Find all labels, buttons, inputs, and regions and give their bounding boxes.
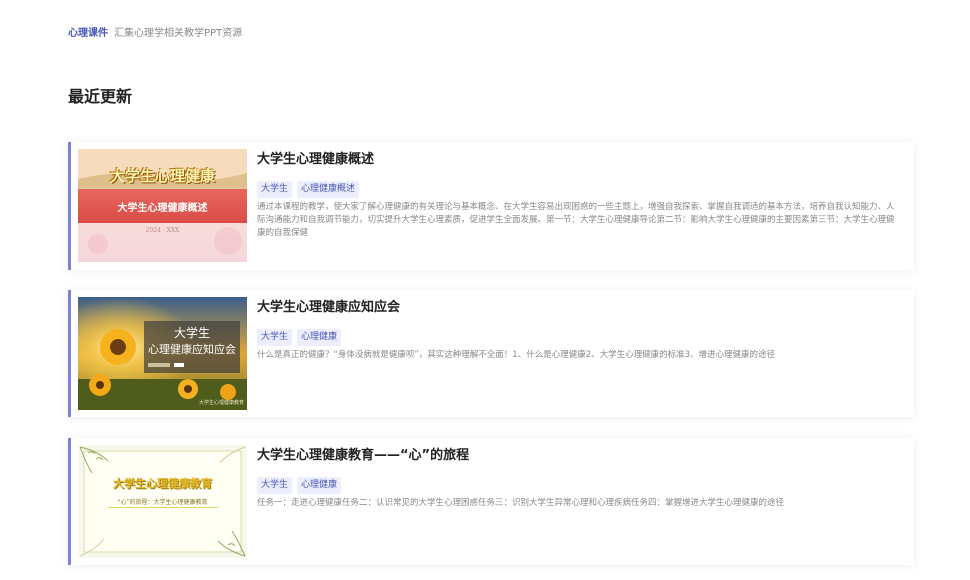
course-description: 什么是真正的健康？“身体没病就是健康呗”，其实这种理解不全面！1、什么是心理健康… bbox=[257, 350, 776, 360]
course-card[interactable]: 大学生 心理健康应知应会 大学生心理健康教育 大学生心理健康应知应会 大学生 心理… bbox=[68, 290, 914, 417]
course-thumbnail[interactable]: 大学生心理健康 大学生心理健康概述 2024 · XXX bbox=[78, 149, 247, 262]
thumb-line2: 心理健康应知应会 bbox=[148, 343, 236, 356]
course-thumbnail[interactable]: 大学生心理健康教育 “心”的旅程：大学生心理健康教育 bbox=[78, 445, 247, 558]
course-description: 通过本课程的教学，使大家了解心理健康的有关理论与基本概念、在大学生容易出现困惑的… bbox=[257, 202, 895, 238]
thumb-subtitle: 大学生心理健康概述 bbox=[117, 203, 208, 214]
course-tag[interactable]: 大学生 bbox=[257, 477, 293, 494]
course-tags: 大学生 心理健康 bbox=[257, 472, 902, 494]
course-tags: 大学生 心理健康概述 bbox=[257, 176, 902, 198]
page: 心理课件 汇集心理学相关教学PPT资源 最近更新 大学生心理健康 大学生心理健康… bbox=[0, 0, 970, 580]
course-thumbnail[interactable]: 大学生 心理健康应知应会 大学生心理健康教育 bbox=[78, 297, 247, 410]
course-title[interactable]: 大学生心理健康教育——“心”的旅程 bbox=[257, 447, 902, 465]
site-tagline: 汇集心理学相关教学PPT资源 bbox=[114, 28, 243, 39]
thumb-heading: 大学生心理健康教育 bbox=[113, 477, 212, 490]
course-tags: 大学生 心理健康 bbox=[257, 324, 902, 346]
course-card[interactable]: 大学生心理健康教育 “心”的旅程：大学生心理健康教育 大学生心理健康教育——“心… bbox=[68, 438, 914, 565]
course-description: 任务一：走进心理健康任务二：认识常见的大学生心理困惑任务三：识别大学生异常心理和… bbox=[257, 498, 785, 508]
thumb-footer: 大学生心理健康教育 bbox=[198, 400, 244, 406]
thumb-line1: 大学生 bbox=[173, 326, 210, 340]
course-title[interactable]: 大学生心理健康应知应会 bbox=[257, 299, 902, 317]
section-title: 最近更新 bbox=[68, 87, 133, 106]
course-tag[interactable]: 大学生 bbox=[257, 329, 293, 346]
course-tag[interactable]: 心理健康 bbox=[297, 329, 342, 346]
site-brand-link[interactable]: 心理课件 bbox=[68, 28, 108, 39]
course-title[interactable]: 大学生心理健康概述 bbox=[257, 151, 902, 169]
thumb-heading: 大学生心理健康 bbox=[109, 167, 215, 185]
thumb-subtitle: “心”的旅程：大学生心理健康教育 bbox=[117, 499, 208, 506]
course-tag[interactable]: 心理健康概述 bbox=[297, 181, 360, 198]
course-card[interactable]: 大学生心理健康 大学生心理健康概述 2024 · XXX 大学生心理健康概述 大… bbox=[68, 142, 914, 270]
course-info: 大学生心理健康教育——“心”的旅程 大学生 心理健康 任务一：走进心理健康任务二：… bbox=[257, 447, 902, 510]
course-info: 大学生心理健康概述 大学生 心理健康概述 通过本课程的教学，使大家了解心理健康的有… bbox=[257, 151, 902, 240]
course-tag[interactable]: 心理健康 bbox=[297, 477, 342, 494]
site-header: 心理课件 汇集心理学相关教学PPT资源 bbox=[68, 27, 242, 41]
thumb-footer: 2024 · XXX bbox=[145, 227, 180, 234]
course-tag[interactable]: 大学生 bbox=[257, 181, 293, 198]
course-info: 大学生心理健康应知应会 大学生 心理健康 什么是真正的健康？“身体没病就是健康呗”… bbox=[257, 299, 902, 362]
